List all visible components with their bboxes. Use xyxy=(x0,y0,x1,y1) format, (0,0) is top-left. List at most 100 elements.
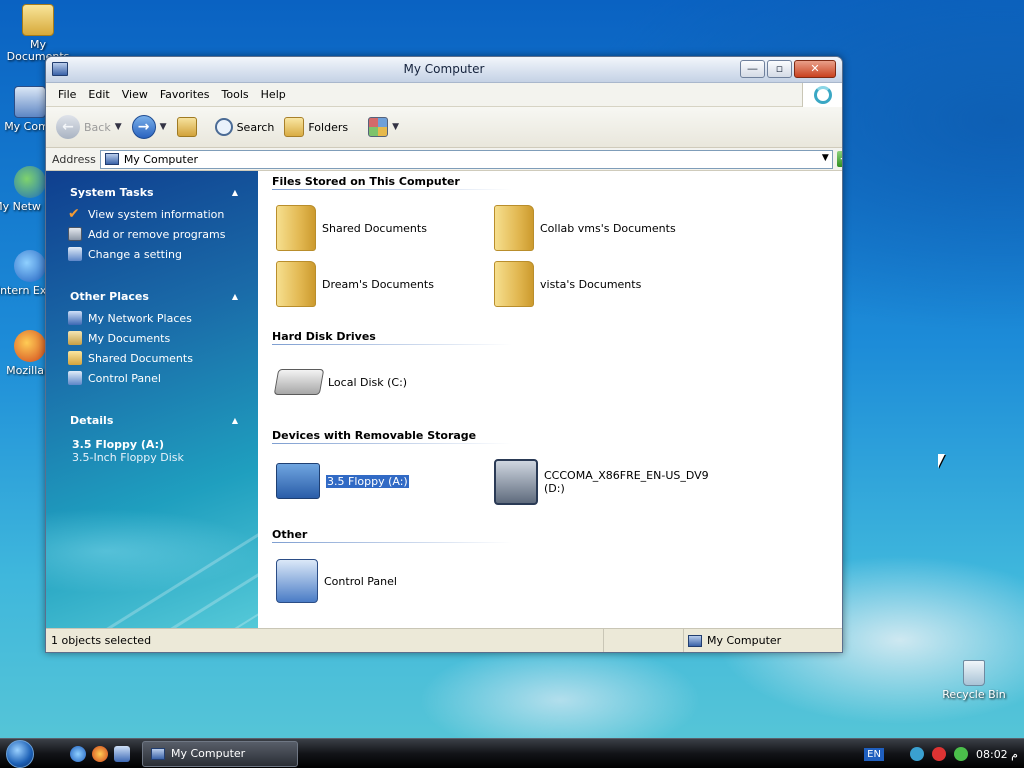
folder-icon xyxy=(276,205,316,251)
chevron-down-icon[interactable]: ▼ xyxy=(115,122,122,132)
views-button[interactable]: ▼ xyxy=(368,117,399,137)
task-view-system-info[interactable]: ✔ View system information xyxy=(68,204,246,224)
desktop-icon-label: Recycle Bin xyxy=(942,688,1006,701)
go-button[interactable]: → Go xyxy=(836,151,842,167)
menu-edit[interactable]: Edit xyxy=(82,86,115,103)
language-indicator[interactable]: EN xyxy=(864,747,884,761)
group-divider xyxy=(272,189,512,190)
address-field[interactable]: My Computer ▼ xyxy=(99,149,833,169)
place-control-panel[interactable]: Control Panel xyxy=(68,368,246,388)
forward-arrow-icon: → xyxy=(131,115,156,139)
minimize-button[interactable]: — xyxy=(740,60,765,78)
place-network-places[interactable]: My Network Places xyxy=(68,308,246,328)
search-button[interactable]: Search xyxy=(214,118,275,136)
cd-drive-icon xyxy=(494,459,538,505)
other-places-header[interactable]: Other Places ▲ xyxy=(70,286,246,308)
chevron-down-icon[interactable]: ▼ xyxy=(822,153,829,163)
search-label: Search xyxy=(236,120,275,134)
show-desktop-icon[interactable] xyxy=(114,745,130,762)
toolbar: ← Back ▼ → ▼ Search Folders ▼ xyxy=(46,107,842,148)
up-folder-icon xyxy=(176,117,197,137)
taskbar-button-my-computer[interactable]: My Computer xyxy=(142,740,298,767)
network-icon[interactable] xyxy=(909,747,924,761)
details-header[interactable]: Details ▲ xyxy=(70,410,246,432)
back-arrow-icon: ← xyxy=(56,115,80,139)
item-control-panel[interactable]: Control Panel xyxy=(276,559,397,603)
firefox-icon[interactable] xyxy=(92,745,108,762)
menu-file[interactable]: File xyxy=(52,86,82,103)
chevron-up-icon[interactable]: ▲ xyxy=(232,182,238,204)
forward-button[interactable]: → ▼ xyxy=(131,115,167,139)
control-panel-icon xyxy=(68,247,82,261)
close-button[interactable]: ✕ xyxy=(794,60,836,78)
item-label-selected: 3.5 Floppy (A:) xyxy=(325,473,410,489)
menu-tools[interactable]: Tools xyxy=(216,86,255,103)
status-bar: 1 objects selected My Computer xyxy=(46,628,842,652)
menu-favorites[interactable]: Favorites xyxy=(154,86,216,103)
section-title: Details xyxy=(70,414,114,427)
desktop-icon-recycle-bin[interactable]: Recycle Bin xyxy=(936,660,1012,701)
maximize-button[interactable]: ▫ xyxy=(767,60,792,78)
group-divider xyxy=(272,344,512,345)
menu-bar: File Edit View Favorites Tools Help xyxy=(46,83,842,107)
clock[interactable]: م 08:02 xyxy=(976,748,1018,761)
folder-dream-documents[interactable]: Dream's Documents xyxy=(276,261,434,307)
folders-button[interactable]: Folders xyxy=(284,117,348,137)
task-label: Change a setting xyxy=(88,247,182,261)
taskbar-button-label: My Computer xyxy=(171,747,246,760)
folder-collab-documents[interactable]: Collab vms's Documents xyxy=(494,205,676,251)
task-change-setting[interactable]: Change a setting xyxy=(68,244,246,264)
place-my-documents[interactable]: My Documents xyxy=(68,328,246,348)
system-tray: EN م 08:02 xyxy=(864,739,1018,768)
drive-floppy-a[interactable]: 3.5 Floppy (A:) xyxy=(276,463,410,499)
menu-view[interactable]: View xyxy=(116,86,154,103)
task-label: View system information xyxy=(88,207,225,221)
start-button[interactable] xyxy=(0,739,40,768)
task-pane: System Tasks ▲ ✔ View system information … xyxy=(46,171,258,628)
drive-cd-d[interactable]: CCCOMA_X86FRE_EN-US_DV9 (D:) xyxy=(494,459,709,505)
network-places-icon xyxy=(14,166,46,198)
decorative-streak xyxy=(46,479,258,628)
file-list: Files Stored on This Computer Shared Doc… xyxy=(258,171,842,628)
checkmark-icon: ✔ xyxy=(68,206,80,222)
chevron-down-icon: ▼ xyxy=(392,122,400,132)
chevron-up-icon[interactable]: ▲ xyxy=(232,286,238,308)
group-divider xyxy=(272,542,512,543)
chevron-down-icon[interactable]: ▼ xyxy=(160,122,167,132)
volume-icon[interactable] xyxy=(953,747,968,761)
internet-explorer-icon[interactable] xyxy=(70,745,86,762)
floppy-drive-icon xyxy=(276,463,320,499)
security-alert-icon[interactable] xyxy=(931,747,946,761)
place-label: My Documents xyxy=(88,331,171,345)
section-title: Other Places xyxy=(70,290,149,303)
group-title: Devices with Removable Storage xyxy=(272,429,477,442)
internet-explorer-icon xyxy=(14,250,46,282)
item-label: Local Disk (C:) xyxy=(328,375,408,389)
place-label: My Network Places xyxy=(88,311,192,325)
my-computer-icon xyxy=(104,153,119,165)
task-add-remove-programs[interactable]: Add or remove programs xyxy=(68,224,246,244)
title-bar[interactable]: My Computer — ▫ ✕ xyxy=(46,57,842,83)
window-title: My Computer xyxy=(403,62,485,76)
folder-vista-documents[interactable]: vista's Documents xyxy=(494,261,641,307)
item-label: Dream's Documents xyxy=(322,277,434,291)
my-computer-icon xyxy=(14,86,46,118)
back-button[interactable]: ← Back ▼ xyxy=(56,115,122,139)
folder-icon xyxy=(276,261,316,307)
up-folder-button[interactable] xyxy=(176,117,197,137)
menu-help[interactable]: Help xyxy=(255,86,292,103)
group-divider xyxy=(272,443,512,444)
chevron-up-icon[interactable]: ▲ xyxy=(232,410,238,432)
folder-shared-documents[interactable]: Shared Documents xyxy=(276,205,427,251)
folder-icon xyxy=(494,205,534,251)
group-title: Other xyxy=(272,528,308,541)
windows-throbber xyxy=(802,83,842,107)
address-value: My Computer xyxy=(123,152,198,166)
status-spacer xyxy=(604,629,684,652)
system-tasks-header[interactable]: System Tasks ▲ xyxy=(70,182,246,204)
desktop-icon-my-documents[interactable]: My Documents xyxy=(0,4,76,63)
place-shared-documents[interactable]: Shared Documents xyxy=(68,348,246,368)
views-icon xyxy=(368,117,389,137)
drive-local-disk-c[interactable]: Local Disk (C:) xyxy=(273,369,408,395)
hard-disk-icon xyxy=(273,369,325,395)
